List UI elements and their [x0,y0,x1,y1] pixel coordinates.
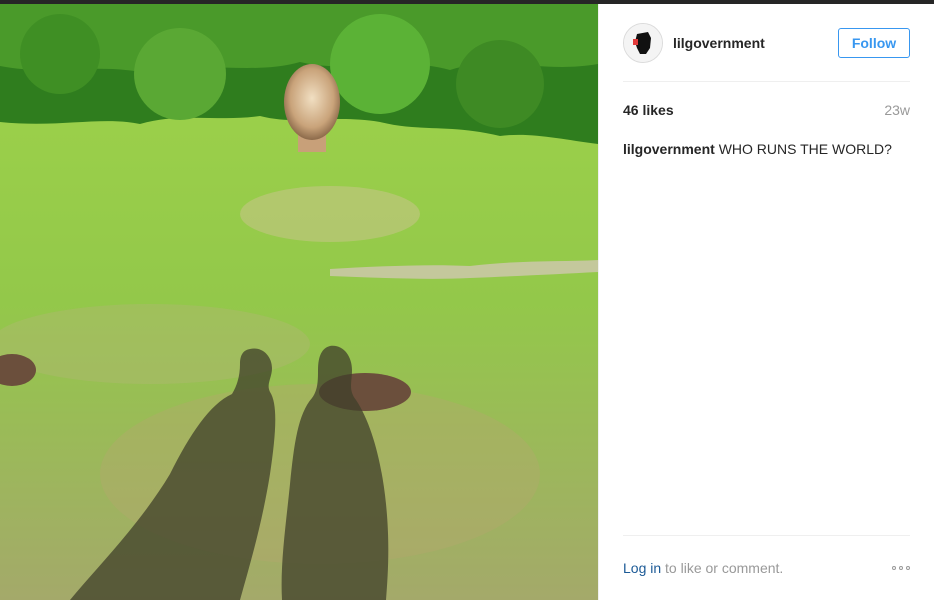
likes-count[interactable]: 46 likes [623,102,674,118]
follow-button[interactable]: Follow [838,27,910,58]
ellipsis-icon[interactable] [892,566,910,570]
post-footer: Log in to like or comment. [623,535,910,600]
post-sidebar: lilgovernment Follow 46 likes 23w lilgov… [598,4,934,600]
login-link[interactable]: Log in [623,560,661,576]
caption: lilgovernment WHO RUNS THE WORLD? [623,140,910,158]
dot [899,566,903,570]
dot [892,566,896,570]
fist-icon [624,23,662,62]
caption-text: WHO RUNS THE WORLD? [718,141,892,157]
post-age[interactable]: 23w [884,102,910,118]
login-prompt-suffix: to like or comment. [661,560,784,576]
dot [906,566,910,570]
post-photo[interactable] [0,4,598,600]
avatar[interactable] [623,22,663,63]
post-header: lilgovernment Follow [623,4,910,82]
post-meta: 46 likes 23w [623,100,910,120]
login-prompt: Log in to like or comment. [623,560,783,576]
header-username[interactable]: lilgovernment [673,35,765,51]
caption-username[interactable]: lilgovernment [623,141,715,157]
photo-scene [0,4,598,600]
